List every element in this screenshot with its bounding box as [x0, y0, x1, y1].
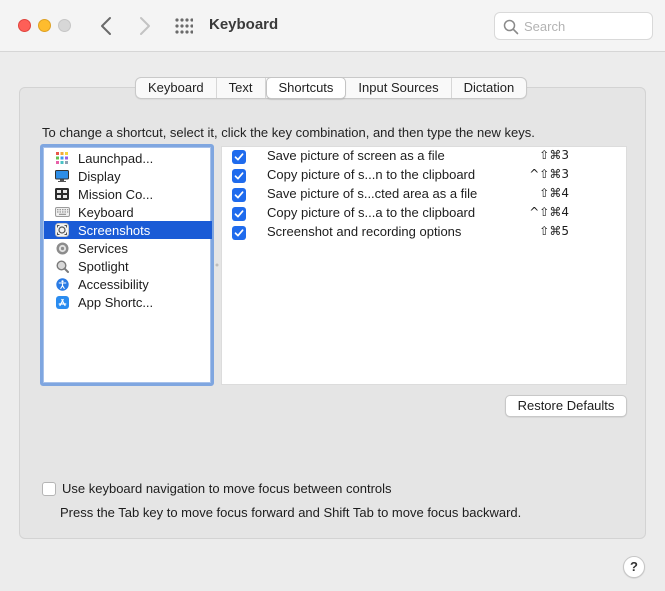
shortcut-checkbox[interactable]	[232, 150, 246, 164]
display-icon	[54, 169, 70, 183]
restore-defaults-button[interactable]: Restore Defaults	[505, 395, 627, 417]
keyboard-icon	[54, 205, 70, 219]
category-label: App Shortc...	[78, 294, 154, 310]
app-store-icon	[54, 295, 70, 309]
shortcut-label: Copy picture of s...n to the clipboard	[267, 167, 476, 182]
shortcut-keys[interactable]: ^⇧⌘3	[529, 167, 569, 181]
tab-shortcuts[interactable]: Shortcuts	[265, 77, 347, 99]
shortcut-keys[interactable]: ⇧⌘3	[539, 148, 569, 162]
shortcut-label: Save picture of screen as a file	[267, 148, 445, 163]
keyboard-navigation-checkbox[interactable]	[42, 482, 56, 496]
shortcut-row[interactable]: Copy picture of s...a to the clipboard ^…	[222, 204, 626, 223]
category-label: Services	[78, 240, 128, 256]
category-item-display[interactable]: Display	[44, 167, 212, 185]
tab-input-sources[interactable]: Input Sources	[346, 78, 452, 98]
category-item-mission-control[interactable]: Mission Co...	[44, 185, 212, 203]
shortcut-row[interactable]: Screenshot and recording options ⇧⌘5	[222, 223, 626, 242]
search-input[interactable]	[524, 17, 646, 36]
shortcut-checkbox[interactable]	[232, 169, 246, 183]
show-all-grid-icon[interactable]	[175, 18, 193, 34]
spotlight-icon	[54, 259, 70, 273]
shortcut-keys[interactable]: ⇧⌘4	[539, 186, 569, 200]
launchpad-icon	[54, 151, 70, 165]
keyboard-navigation-hint: Press the Tab key to move focus forward …	[60, 505, 522, 520]
category-label: Launchpad...	[78, 150, 154, 166]
title-bar: Keyboard	[0, 0, 665, 52]
tab-keyboard[interactable]: Keyboard	[136, 78, 217, 98]
category-item-services[interactable]: Services	[44, 239, 212, 257]
close-button[interactable]	[18, 19, 31, 32]
category-item-spotlight[interactable]: Spotlight	[44, 257, 212, 275]
category-item-accessibility[interactable]: Accessibility	[44, 275, 212, 293]
forward-arrow-icon[interactable]	[134, 14, 154, 38]
help-button[interactable]: ?	[623, 556, 645, 578]
instruction-text: To change a shortcut, select it, click t…	[42, 125, 535, 140]
mission-control-icon	[54, 187, 70, 201]
shortcut-label: Save picture of s...cted area as a file	[267, 186, 478, 201]
category-label: Spotlight	[78, 258, 129, 274]
category-label: Keyboard	[78, 204, 134, 220]
shortcut-checkbox[interactable]	[232, 188, 246, 202]
zoom-button[interactable]	[58, 19, 71, 32]
shortcut-table: Save picture of screen as a file ⇧⌘3 Cop…	[221, 146, 627, 385]
shortcut-keys[interactable]: ^⇧⌘4	[529, 205, 569, 219]
category-label: Accessibility	[78, 276, 149, 292]
back-arrow-icon[interactable]	[97, 14, 117, 38]
shortcut-label: Copy picture of s...a to the clipboard	[267, 205, 476, 220]
category-item-app-shortcuts[interactable]: App Shortc...	[44, 293, 212, 311]
shortcut-label: Screenshot and recording options	[267, 224, 462, 239]
search-icon	[503, 19, 519, 35]
tab-bar: Keyboard Text Shortcuts Input Sources Di…	[135, 77, 528, 99]
category-label: Screenshots	[78, 222, 151, 238]
category-label: Display	[78, 168, 121, 184]
shortcut-row[interactable]: Copy picture of s...n to the clipboard ^…	[222, 166, 626, 185]
window-title: Keyboard	[209, 16, 279, 33]
shortcut-category-list[interactable]: Launchpad... Display Mission Co... Keybo…	[40, 144, 214, 386]
tab-dictation[interactable]: Dictation	[452, 78, 527, 98]
shortcut-row[interactable]: Save picture of s...cted area as a file …	[222, 185, 626, 204]
keyboard-navigation-label[interactable]: Use keyboard navigation to move focus be…	[62, 481, 392, 496]
category-item-screenshots[interactable]: Screenshots	[44, 221, 212, 239]
keyboard-preferences-window: Keyboard Keyboard Text Shortcuts Input S…	[0, 0, 665, 591]
shortcut-keys[interactable]: ⇧⌘5	[539, 224, 569, 238]
gear-icon	[54, 241, 70, 255]
search-field[interactable]	[494, 12, 653, 40]
split-view-handle[interactable]	[215, 262, 219, 268]
category-label: Mission Co...	[78, 186, 154, 202]
screenshot-icon	[54, 223, 70, 237]
minimize-button[interactable]	[38, 19, 51, 32]
tab-text[interactable]: Text	[217, 78, 266, 98]
shortcut-row[interactable]: Save picture of screen as a file ⇧⌘3	[222, 147, 626, 166]
shortcut-checkbox[interactable]	[232, 207, 246, 221]
accessibility-icon	[54, 277, 70, 291]
category-item-launchpad[interactable]: Launchpad...	[44, 149, 212, 167]
shortcut-checkbox[interactable]	[232, 226, 246, 240]
category-item-keyboard[interactable]: Keyboard	[44, 203, 212, 221]
